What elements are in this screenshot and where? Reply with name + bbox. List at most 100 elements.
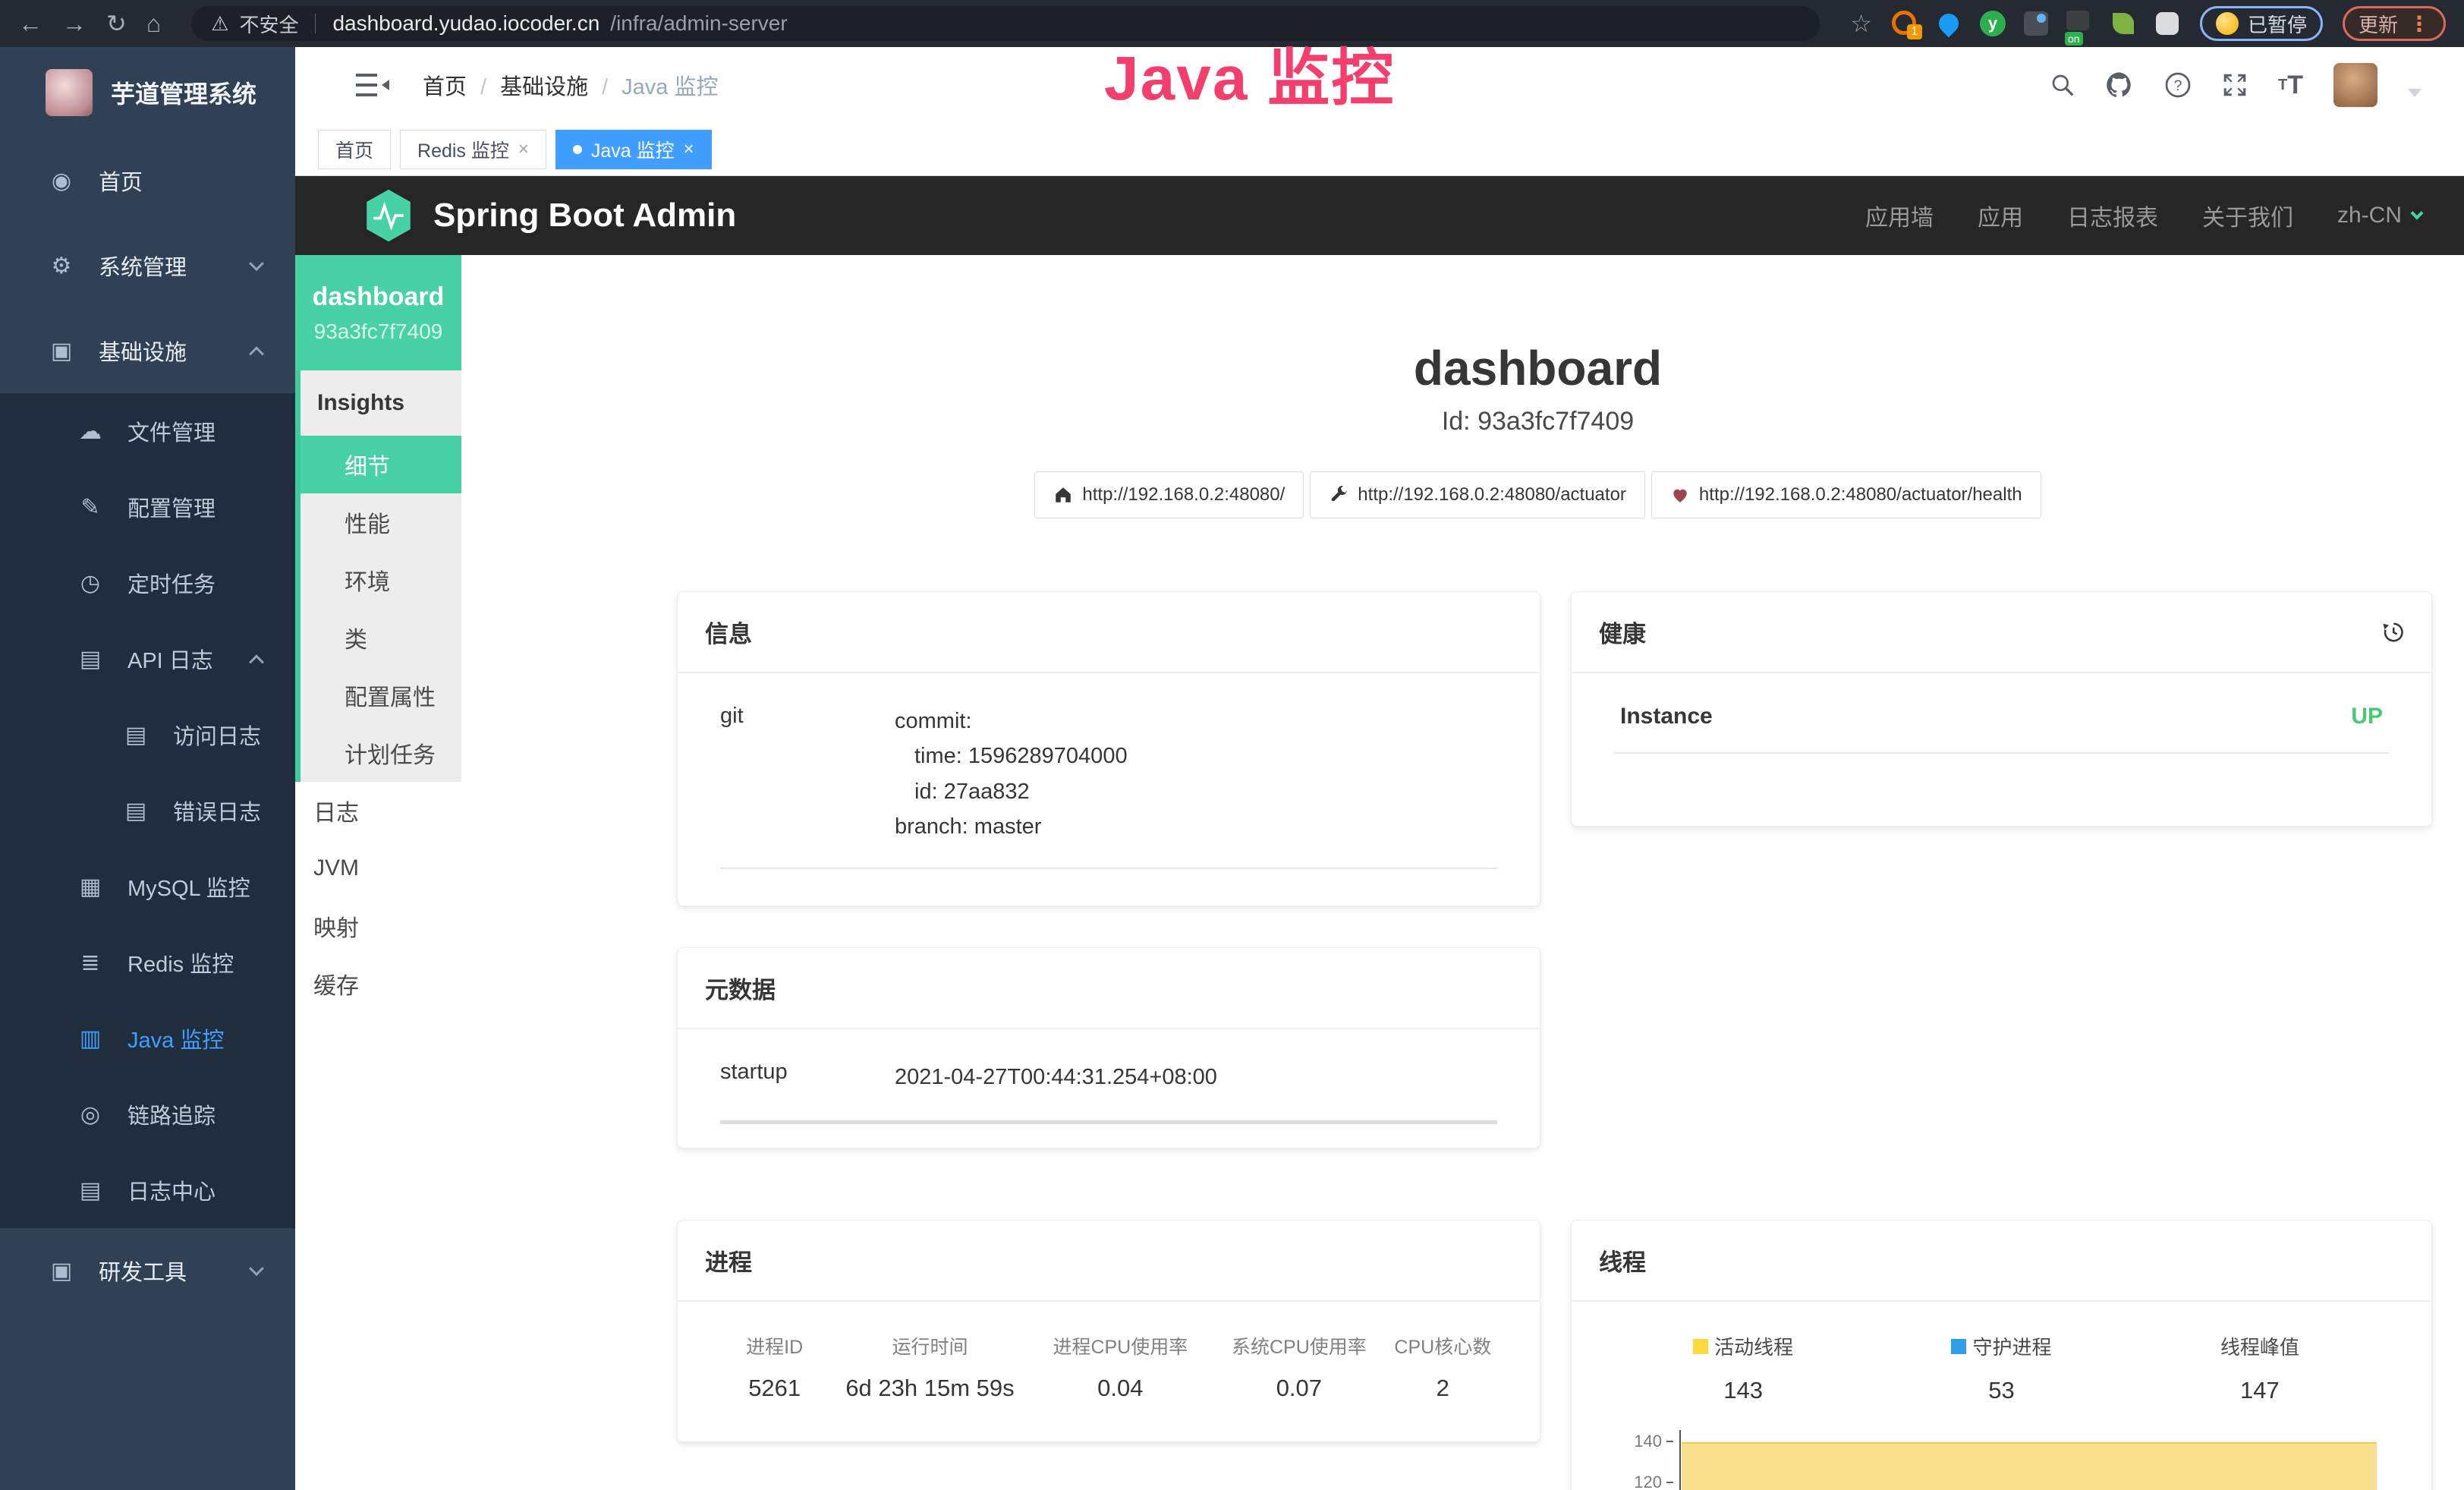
annotation-text: Java 监控: [1104, 27, 1395, 118]
sidebar-item-log-center[interactable]: ▤ 日志中心: [0, 1152, 295, 1228]
info-card: 信息 git commit: time: 1596289704000 id: 2…: [677, 591, 1540, 906]
log-icon: ▤: [121, 722, 150, 748]
sidebar-item-config[interactable]: ✎ 配置管理: [0, 469, 295, 545]
sidebar-item-jobs[interactable]: ◷ 定时任务: [0, 545, 295, 621]
refresh-icon[interactable]: ↻: [106, 11, 127, 36]
sidebar-item-java-monitor[interactable]: ▥ Java 监控: [0, 1000, 295, 1076]
sba-menu-mappings[interactable]: 映射: [295, 897, 461, 955]
sba-nav-wallboard[interactable]: 应用墙: [1865, 199, 1934, 232]
sba-menu-classes[interactable]: 类: [301, 609, 461, 666]
search-icon[interactable]: [2050, 73, 2075, 97]
sidebar-item-home[interactable]: ◉ 首页: [0, 138, 295, 223]
sba-menu-caches[interactable]: 缓存: [295, 955, 461, 1013]
sidebar-item-infra[interactable]: ▣ 基础设施: [0, 308, 295, 393]
help-icon[interactable]: ?: [2164, 71, 2192, 99]
locale-select[interactable]: zh-CN: [2337, 203, 2422, 228]
sba-nav-applications[interactable]: 应用: [1978, 199, 2023, 232]
close-icon[interactable]: [684, 138, 694, 160]
forward-icon[interactable]: →: [62, 11, 87, 36]
user-avatar[interactable]: [2333, 63, 2377, 107]
live-threads-value: 143: [1723, 1377, 1763, 1404]
info-row-label: git: [720, 704, 895, 845]
sidebar-item-system[interactable]: ⚙ 系统管理: [0, 223, 295, 308]
sidebar-item-api-log[interactable]: ▤ API 日志: [0, 621, 295, 697]
extension-y-icon[interactable]: y: [1980, 11, 2006, 36]
sba-header: Spring Boot Admin 应用墙 应用 日志报表 关于我们 zh-CN: [295, 176, 2464, 255]
update-button[interactable]: 更新 ⋮: [2343, 6, 2446, 41]
security-label[interactable]: 不安全: [239, 10, 298, 38]
url-host: dashboard.yudao.iocoder.cn: [332, 11, 599, 36]
daemon-threads-value: 53: [1988, 1377, 2014, 1404]
sidebar-item-files[interactable]: ☁ 文件管理: [0, 393, 295, 469]
threads-legend: 活动线程 143 守护进程: [1614, 1332, 2389, 1404]
actuator-url-button[interactable]: http://192.168.0.2:48080/actuator: [1310, 471, 1645, 518]
sba-main: dashboard Id: 93a3fc7f7409 http://192.16…: [461, 255, 2464, 1490]
layers-icon: ≣: [76, 950, 105, 976]
back-icon[interactable]: ←: [18, 11, 42, 36]
menu-kebab-icon[interactable]: ⋮: [2409, 11, 2430, 36]
home-icon: [1053, 485, 1073, 505]
sba-menu-environment[interactable]: 环境: [301, 551, 461, 609]
app-logo[interactable]: 芋道管理系统: [0, 47, 295, 138]
gear-icon: ⚙: [47, 253, 76, 279]
extensions-puzzle-icon[interactable]: [2156, 12, 2179, 35]
sba-nav-about[interactable]: 关于我们: [2202, 199, 2293, 232]
dashboard-icon: ◉: [47, 168, 76, 194]
sba-nav-journal[interactable]: 日志报表: [2067, 199, 2158, 232]
sba-menu-logs[interactable]: 日志: [295, 782, 461, 840]
health-card: 健康 Instance UP: [1571, 591, 2432, 827]
font-size-icon[interactable]: TT: [2278, 71, 2303, 100]
tab-home[interactable]: 首页: [318, 130, 391, 169]
breadcrumb-home[interactable]: 首页: [423, 69, 467, 101]
sidebar-item-mysql[interactable]: ▦ MySQL 监控: [0, 849, 295, 925]
caret-down-icon[interactable]: [2408, 89, 2422, 97]
drop-icon: [1935, 10, 1963, 38]
sba-brand[interactable]: Spring Boot Admin: [363, 188, 736, 243]
monitor-icon: ▣: [47, 338, 76, 364]
threads-card: 线程 活动线程 143: [1571, 1220, 2432, 1490]
sidebar-item-tracing[interactable]: ◎ 链路追踪: [0, 1076, 295, 1152]
divider: [720, 868, 1497, 869]
address-bar[interactable]: ⚠ 不安全 dashboard.yudao.iocoder.cn /infra/…: [191, 6, 1820, 41]
health-url-button[interactable]: http://192.168.0.2:48080/actuator/health: [1651, 471, 2041, 518]
metadata-card: 元数据 startup 2021-04-27T00:44:31.254+08:0…: [677, 947, 1540, 1148]
status-badge: UP: [2351, 704, 2383, 729]
sba-menu-jvm[interactable]: JVM: [295, 840, 461, 897]
github-icon[interactable]: [2105, 71, 2134, 99]
process-card: 进程 进程ID 运行时间 进程CPU使用率 系统CPU使用率 CPU核心数: [677, 1220, 1540, 1442]
fullscreen-icon[interactable]: [2222, 72, 2248, 98]
infra-submenu: ☁ 文件管理 ✎ 配置管理 ◷ 定时任务 ▤ API 日志 ▤ 访问日志 ▤ 错…: [0, 393, 295, 1228]
chevron-up-icon: [249, 654, 264, 669]
process-card-title: 进程: [705, 1243, 752, 1277]
sidebar-item-error-log[interactable]: ▤ 错误日志: [0, 773, 295, 849]
service-url-button[interactable]: http://192.168.0.2:48080/: [1034, 471, 1304, 518]
close-icon[interactable]: [518, 138, 529, 160]
content-area: 首页 基础设施 Java 监控 ? TT 首页: [295, 47, 2464, 1490]
paused-pill[interactable]: 已暂停: [2200, 6, 2323, 41]
app-title: 芋道管理系统: [111, 75, 256, 110]
sidebar-item-dev-tools[interactable]: ▣ 研发工具: [0, 1228, 295, 1313]
chart-plot-area: [1679, 1430, 2389, 1490]
extension-on-icon[interactable]: on: [2066, 11, 2092, 36]
browser-home-icon[interactable]: ⌂: [146, 11, 161, 36]
extension-leaf-icon[interactable]: [2113, 13, 2134, 34]
sba-menu-metrics[interactable]: 性能: [301, 493, 461, 551]
log-icon: ▤: [76, 646, 105, 673]
sidebar-item-access-log[interactable]: ▤ 访问日志: [0, 697, 295, 773]
history-icon[interactable]: [2381, 621, 2404, 644]
extension-orange-icon[interactable]: 1: [1892, 11, 1918, 36]
extension-grid-icon[interactable]: [2024, 11, 2048, 36]
database-icon: ▦: [76, 874, 105, 900]
tab-java-monitor[interactable]: Java 监控: [555, 130, 712, 169]
sba-menu-config-props[interactable]: 配置属性: [301, 666, 461, 724]
tab-redis-monitor[interactable]: Redis 监控: [400, 130, 546, 169]
sba-menu-scheduled-tasks[interactable]: 计划任务: [301, 724, 461, 782]
breadcrumb-infra[interactable]: 基础设施: [480, 69, 588, 101]
menu-collapse-icon[interactable]: [356, 71, 389, 99]
extension-drop-icon[interactable]: [1936, 11, 1962, 36]
sba-title: Spring Boot Admin: [433, 197, 736, 235]
sba-menu-details[interactable]: 细节: [301, 436, 461, 493]
insights-group: Insights 细节 性能 环境 类 配置属性 计划任务: [295, 370, 461, 782]
bookmark-star-icon[interactable]: ☆: [1850, 9, 1872, 38]
sidebar-item-redis[interactable]: ≣ Redis 监控: [0, 925, 295, 1000]
